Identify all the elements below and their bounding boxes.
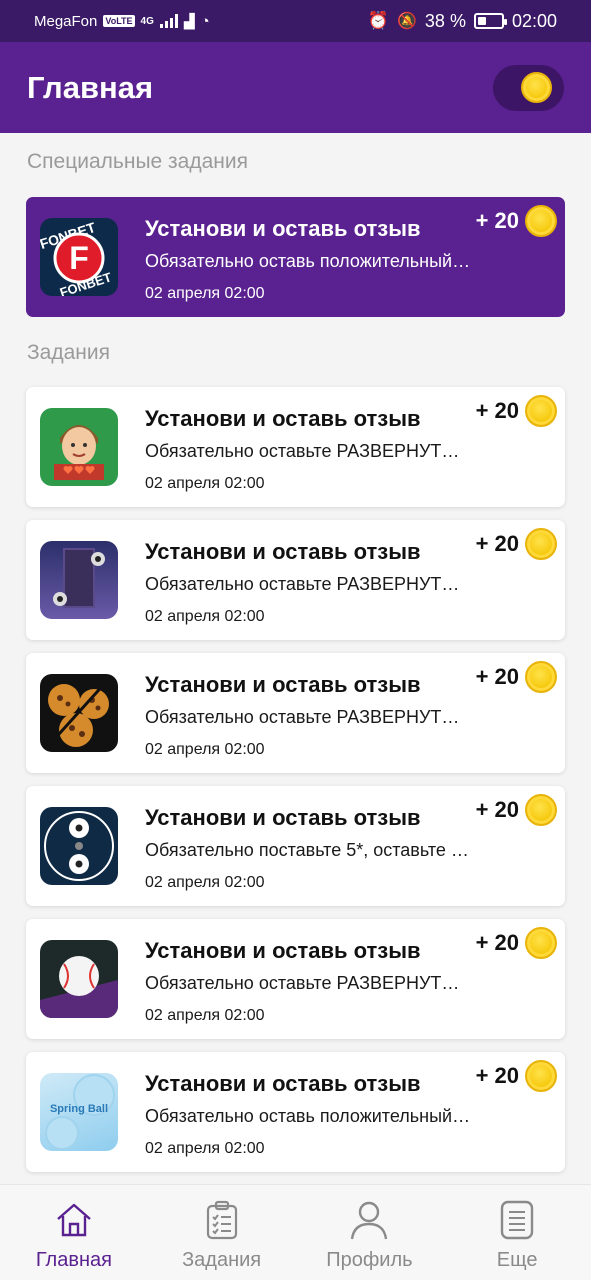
bullet-holes-app-icon <box>40 541 118 619</box>
mute-icon: 🔕 <box>397 13 417 30</box>
signal-icon <box>159 14 178 28</box>
battery-icon <box>473 13 507 29</box>
alarm-icon: ⏰ <box>367 11 389 30</box>
reward-amount: + 20 <box>475 1063 519 1088</box>
user-icon <box>351 1201 388 1240</box>
boy-avatar-app-icon <box>40 408 118 486</box>
spring-ball-logo-text: Spring Ball <box>49 1103 109 1115</box>
card-description: Обязательно оставь положительный отзыв <box>145 251 475 271</box>
reward-amount: + 20 <box>475 664 519 689</box>
volte-badge: VoLTE <box>103 15 135 27</box>
reward-badge: + 20 <box>476 927 557 959</box>
coin-icon <box>525 1060 557 1092</box>
cookies-app-icon <box>40 674 118 752</box>
nav-item-profile[interactable]: Профиль <box>296 1185 444 1280</box>
fonbet-app-icon: FONBET FONBET F <box>40 218 118 296</box>
sim-icon: ▟ <box>183 12 195 29</box>
card-date: 02 апреля 02:00 <box>145 1007 265 1024</box>
coin-icon <box>525 927 557 959</box>
special-task-card[interactable]: FONBET FONBET F Установи и оставь отзыв … <box>26 197 565 317</box>
reward-badge: + 20 <box>476 395 557 427</box>
card-title: Установи и оставь отзыв <box>145 672 421 697</box>
card-title: Установи и оставь отзыв <box>145 539 421 564</box>
clock: 02:00 <box>511 10 557 31</box>
battery-percent: 38 % <box>424 10 466 31</box>
card-date: 02 апреля 02:00 <box>145 741 265 758</box>
bottom-navigation: Главная Задания Профиль Еще <box>0 1184 591 1280</box>
card-description: Обязательно поставьте 5*, оставьте отзыв <box>145 840 475 860</box>
card-description: Обязательно оставь положительный отзыв <box>145 1106 475 1126</box>
task-card[interactable]: Установи и оставь отзыв Обязательно оста… <box>26 387 565 507</box>
nav-item-more[interactable]: Еще <box>443 1185 591 1280</box>
reward-badge: + 20 <box>476 794 557 826</box>
card-date: 02 апреля 02:00 <box>145 285 265 302</box>
card-description: Обязательно оставьте РАЗВЕРНУТЫЙ отзыв <box>145 973 475 993</box>
card-date: 02 апреля 02:00 <box>145 1140 265 1157</box>
reward-badge: + 20 <box>476 205 557 237</box>
task-card[interactable]: Установи и оставь отзыв Обязательно оста… <box>26 653 565 773</box>
network-type: 4G <box>140 15 154 27</box>
coin-icon <box>525 661 557 693</box>
nav-label: Профиль <box>326 1249 413 1271</box>
sync-icon: ◔ <box>200 12 210 30</box>
card-date: 02 апреля 02:00 <box>145 874 265 891</box>
baseball-app-icon <box>40 940 118 1018</box>
reward-amount: + 20 <box>475 930 519 955</box>
special-section-title: Специальные задания <box>27 150 248 173</box>
coin-icon <box>525 205 557 237</box>
spring-ball-app-icon: Spring Ball <box>40 1073 118 1151</box>
coin-icon <box>525 794 557 826</box>
svg-text:F: F <box>69 240 89 276</box>
coin-icon <box>525 395 557 427</box>
battery-level <box>477 17 487 25</box>
task-card[interactable]: Spring Ball Установи и оставь отзыв Обяз… <box>26 1052 565 1172</box>
clipboard-icon <box>206 1200 237 1240</box>
soccer-balls-app-icon <box>40 807 118 885</box>
nav-label: Главная <box>35 1249 112 1271</box>
reward-amount: + 20 <box>475 208 519 233</box>
reward-amount: + 20 <box>475 531 519 556</box>
task-card[interactable]: Установи и оставь отзыв Обязательно оста… <box>26 919 565 1039</box>
page-title: Главная <box>27 69 154 105</box>
nav-item-home[interactable]: Главная <box>0 1185 148 1280</box>
reward-badge: + 20 <box>476 1060 557 1092</box>
card-title: Установи и оставь отзыв <box>145 216 421 241</box>
home-icon <box>57 1203 91 1237</box>
nav-label: Еще <box>496 1249 538 1271</box>
task-card[interactable]: Установи и оставь отзыв Обязательно оста… <box>26 520 565 640</box>
list-icon <box>500 1200 534 1240</box>
reward-amount: + 20 <box>475 398 519 423</box>
reward-badge: + 20 <box>476 661 557 693</box>
nav-item-tasks[interactable]: Задания <box>148 1185 296 1280</box>
task-card[interactable]: Установи и оставь отзыв Обязательно пост… <box>26 786 565 906</box>
card-description: Обязательно оставьте РАЗВЕРНУТЫЙ отзыв <box>145 574 475 594</box>
card-title: Установи и оставь отзыв <box>145 938 421 963</box>
coin-icon <box>525 528 557 560</box>
carrier-name: MegaFon <box>34 12 98 30</box>
card-date: 02 апреля 02:00 <box>145 608 265 625</box>
coin-icon <box>521 72 552 103</box>
card-title: Установи и оставь отзыв <box>145 1071 421 1096</box>
card-title: Установи и оставь отзыв <box>145 406 421 431</box>
reward-badge: + 20 <box>476 528 557 560</box>
card-description: Обязательно оставьте РАЗВЕРНУТЫЙ отзыв <box>145 441 475 461</box>
card-title: Установи и оставь отзыв <box>145 805 421 830</box>
nav-label: Задания <box>182 1249 262 1271</box>
card-date: 02 апреля 02:00 <box>145 475 265 492</box>
reward-amount: + 20 <box>475 797 519 822</box>
coin-balance-toggle[interactable] <box>493 64 564 111</box>
tasks-section-title: Задания <box>27 341 110 364</box>
card-description: Обязательно оставьте РАЗВЕРНУТЫЙ отзыв <box>145 707 475 727</box>
status-bar: MegaFon VoLTE 4G ▟ ◔ ⏰ 🔕 38 % 02:00 <box>0 0 591 42</box>
app-bar: Главная <box>0 42 591 133</box>
